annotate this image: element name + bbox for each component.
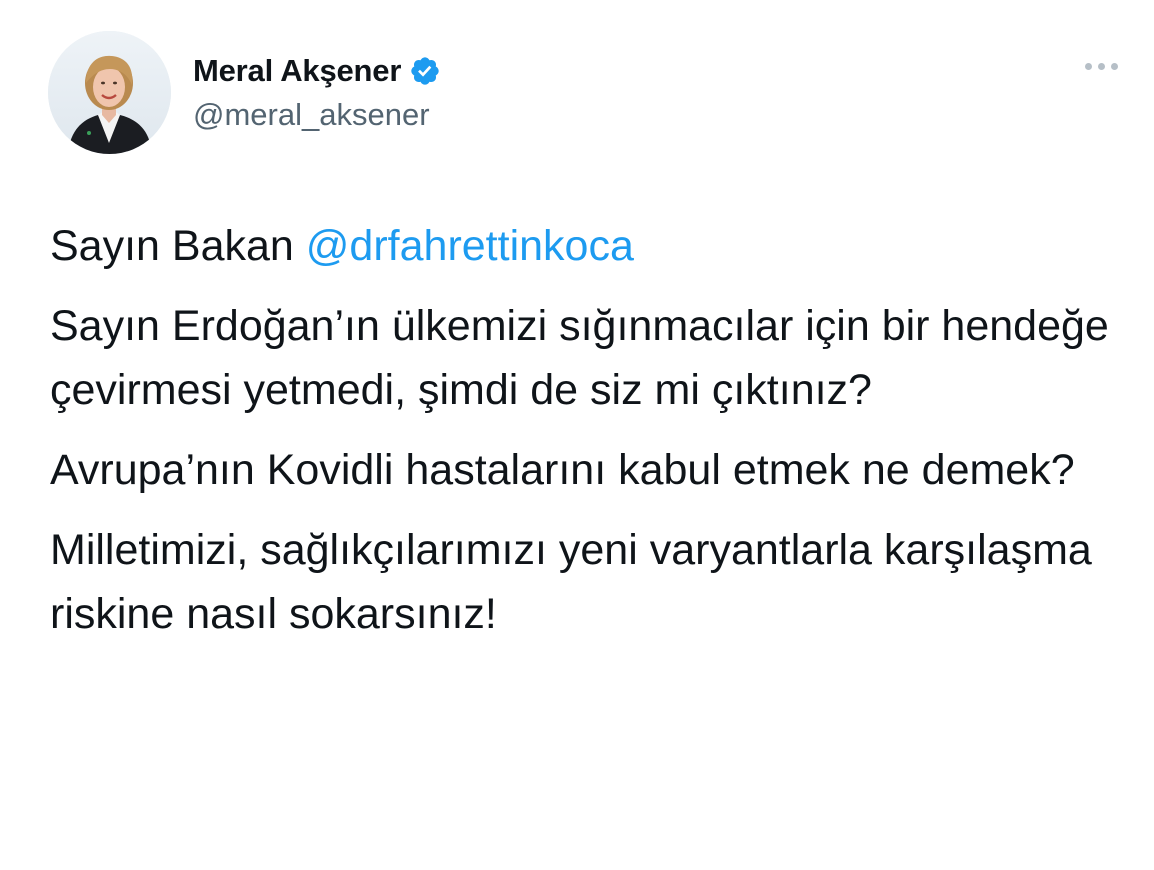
author-name-row[interactable]: Meral Akşener — [193, 52, 441, 90]
dot — [1098, 63, 1105, 70]
tweet-paragraph: Sayın Bakan @drfahrettinkoca — [50, 214, 1130, 278]
tweet-paragraph: Milletimizi, sağlıkçılarımızı yeni varya… — [50, 526, 1092, 638]
tweet-text: Sayın Bakan @drfahrettinkoca Sayın Erdoğ… — [50, 214, 1130, 646]
profile-photo-icon — [48, 31, 171, 154]
dot — [1111, 63, 1118, 70]
greeting-text: Sayın Bakan — [50, 222, 306, 270]
verified-badge-icon — [409, 55, 441, 87]
display-name[interactable]: Meral Akşener — [193, 53, 401, 89]
tweet-card: Meral Akşener @meral_aksener Sayın Bakan… — [0, 0, 1154, 870]
tweet-paragraph: Avrupa’nın Kovidli hastalarını kabul etm… — [50, 446, 1075, 494]
more-dots-icon[interactable] — [1085, 63, 1118, 70]
tweet-paragraph: Sayın Erdoğan’ın ülkemizi sığınmacılar i… — [50, 302, 1109, 414]
mention-link[interactable]: @drfahrettinkoca — [306, 222, 634, 270]
author-handle[interactable]: @meral_aksener — [193, 97, 430, 133]
avatar[interactable] — [48, 31, 171, 154]
dot — [1085, 63, 1092, 70]
